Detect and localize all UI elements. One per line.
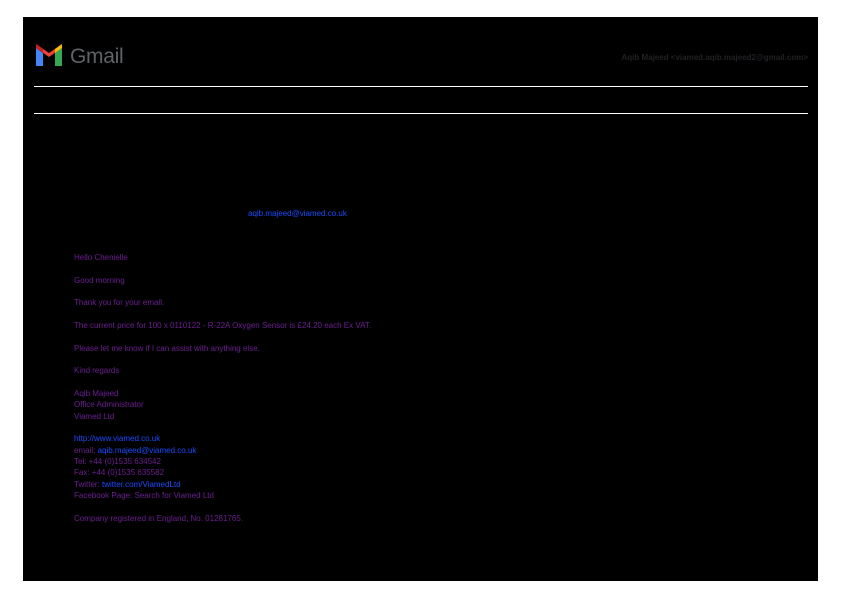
signature-name: Aqib Majeed	[74, 389, 119, 399]
sign-off: Kind regards	[74, 366, 120, 376]
message-body: Hello Chenielle Good morning Thank you f…	[74, 252, 774, 535]
fax-line: Fax: +44 (0)1535 635582	[74, 468, 165, 478]
registration-line: Company registered in England, No. 01281…	[74, 513, 243, 523]
email-label: email:	[74, 445, 98, 455]
header: Gmail Aqib Majeed <viamed.aqib.majeed2@g…	[34, 43, 808, 73]
gmail-logo: Gmail	[34, 43, 124, 71]
email-line: email: aqib.majeed@viamed.co.uk	[74, 445, 774, 456]
divider	[34, 86, 808, 87]
divider	[34, 113, 808, 114]
help-line: Please let me know if I can assist with …	[74, 343, 260, 353]
twitter-label: Twitter:	[74, 479, 103, 489]
account-name: Aqib Majeed <viamed.aqib.majeed2@gmail.c…	[621, 53, 808, 62]
signature-email-link[interactable]: aqib.majeed@viamed.co.uk	[98, 446, 197, 455]
signature-title: Office Administrator	[74, 400, 144, 410]
thanks-line: Thank you for your email.	[74, 298, 165, 308]
twitter-link[interactable]: twitter.com/ViamedLtd	[102, 480, 181, 489]
signature-company: Viamed Ltd	[74, 411, 115, 421]
website-link[interactable]: http://www.viamed.co.uk	[74, 433, 774, 444]
signature-block: Aqib Majeed Office Administrator Viamed …	[74, 388, 774, 422]
tel-line: Tel: +44 (0)1535 634542	[74, 457, 161, 466]
price-line: The current price for 100 x 0110122 - R-…	[74, 321, 372, 331]
email-print-page: Gmail Aqib Majeed <viamed.aqib.majeed2@g…	[23, 17, 818, 581]
contact-block: http://www.viamed.co.uk email: aqib.maje…	[74, 433, 774, 501]
facebook-line: Facebook Page: Search for Viamed Ltd	[74, 490, 214, 500]
recipient-email-link[interactable]: aqib.majeed@viamed.co.uk	[248, 209, 347, 218]
gmail-wordmark: Gmail	[70, 45, 124, 68]
twitter-line: Twitter: twitter.com/ViamedLtd	[74, 479, 774, 490]
greeting: Hello Chenielle	[74, 253, 128, 262]
good-morning-line: Good morning	[74, 275, 125, 285]
gmail-m-icon	[34, 43, 64, 71]
